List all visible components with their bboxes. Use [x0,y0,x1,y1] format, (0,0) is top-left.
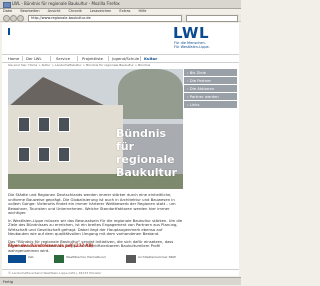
sidebar-item-partner[interactable]: Die Partner [184,77,237,85]
reload-icon[interactable] [17,15,24,22]
nav-divider [77,56,78,61]
web-page: LWL Für die Menschen. Für Westfalen-Lipp… [2,23,239,276]
sidebar-item-aktionen[interactable]: Die Aktionen [184,85,237,93]
back-icon[interactable] [3,15,10,22]
partner-logo-heimatbund[interactable] [54,255,64,263]
firefox-icon [3,2,11,8]
partner-logos: LWL Westfälischer Heimatbund Architekten… [8,255,183,265]
hero-title: Bündnis für regionale Baukultur [116,127,178,179]
tagline-2: Für Westfalen-Lippe. [174,45,210,49]
footer: © Landschaftsverband Westfalen-Lippe (LW… [2,269,239,276]
site-navigation: Home Der LWL Service Projektliste Jugend… [2,54,239,63]
nav-divider [50,56,51,61]
nav-projektliste[interactable]: Projektliste [82,55,103,62]
nav-kultur[interactable]: Kultur [144,55,157,62]
nav-divider [140,56,141,61]
search-input[interactable] [186,15,238,22]
partner-logo-lwl[interactable] [8,255,26,263]
forward-icon[interactable] [10,15,17,22]
nav-home[interactable]: Home [8,55,19,62]
nav-service[interactable]: Service [56,55,70,62]
nav-divider [108,56,109,61]
nav-der-lwl[interactable]: Der LWL [26,55,42,62]
paragraph: In Westfalen-Lippe müssen wir das Bewuss… [8,217,183,236]
address-bar[interactable]: http://www.regionale-baukultur.de [28,15,182,22]
sidebar-item-partner-werden[interactable]: Partner werden [184,93,237,101]
window-title: LWL - Bündnis für regionale Baukultur - … [12,1,120,6]
left-accent-bar [8,28,10,35]
menu-chronik[interactable]: Chronik [69,9,82,13]
sidebar-menu: Bis Ziele Die Partner Die Aktionen Partn… [184,69,237,109]
menu-bearbeiten[interactable]: Bearbeiten [20,9,39,13]
site-header: LWL Für die Menschen. Für Westfalen-Lipp… [2,23,239,53]
menu-hilfe[interactable]: Hilfe [138,9,146,13]
menu-extras[interactable]: Extras [119,9,130,13]
hero-image: Bündnis für regionale Baukultur [8,69,183,189]
sidebar-item-links[interactable]: Links [184,101,237,109]
partner-logo-architektenkammer[interactable] [126,255,136,263]
nav-jugend-schule[interactable]: Jugend/Schule [112,55,139,62]
menu-lesezeichen[interactable]: Lesezeichen [90,9,112,13]
title-bar: LWL - Bündnis für regionale Baukultur - … [0,0,241,9]
breadcrumb: Sie sind hier: Home > Kultur > Landschaf… [8,63,151,67]
status-bar: Fertig [0,277,241,285]
paragraph: Die Städte und Regionen Deutschlands wer… [8,192,176,215]
nav-divider [22,56,23,61]
menu-ansicht[interactable]: Ansicht [48,9,61,13]
navigation-toolbar: http://www.regionale-baukultur.de [0,14,241,22]
menu-datei[interactable]: Datei [3,9,12,13]
flyer-pdf-link[interactable]: Flyer des Bündnisses als pdf (232 KB) [8,243,93,248]
browser-window: LWL - Bündnis für regionale Baukultur - … [0,0,241,285]
sidebar-item-ziele[interactable]: Bis Ziele [184,69,237,77]
lwl-logo[interactable]: LWL [173,26,209,41]
